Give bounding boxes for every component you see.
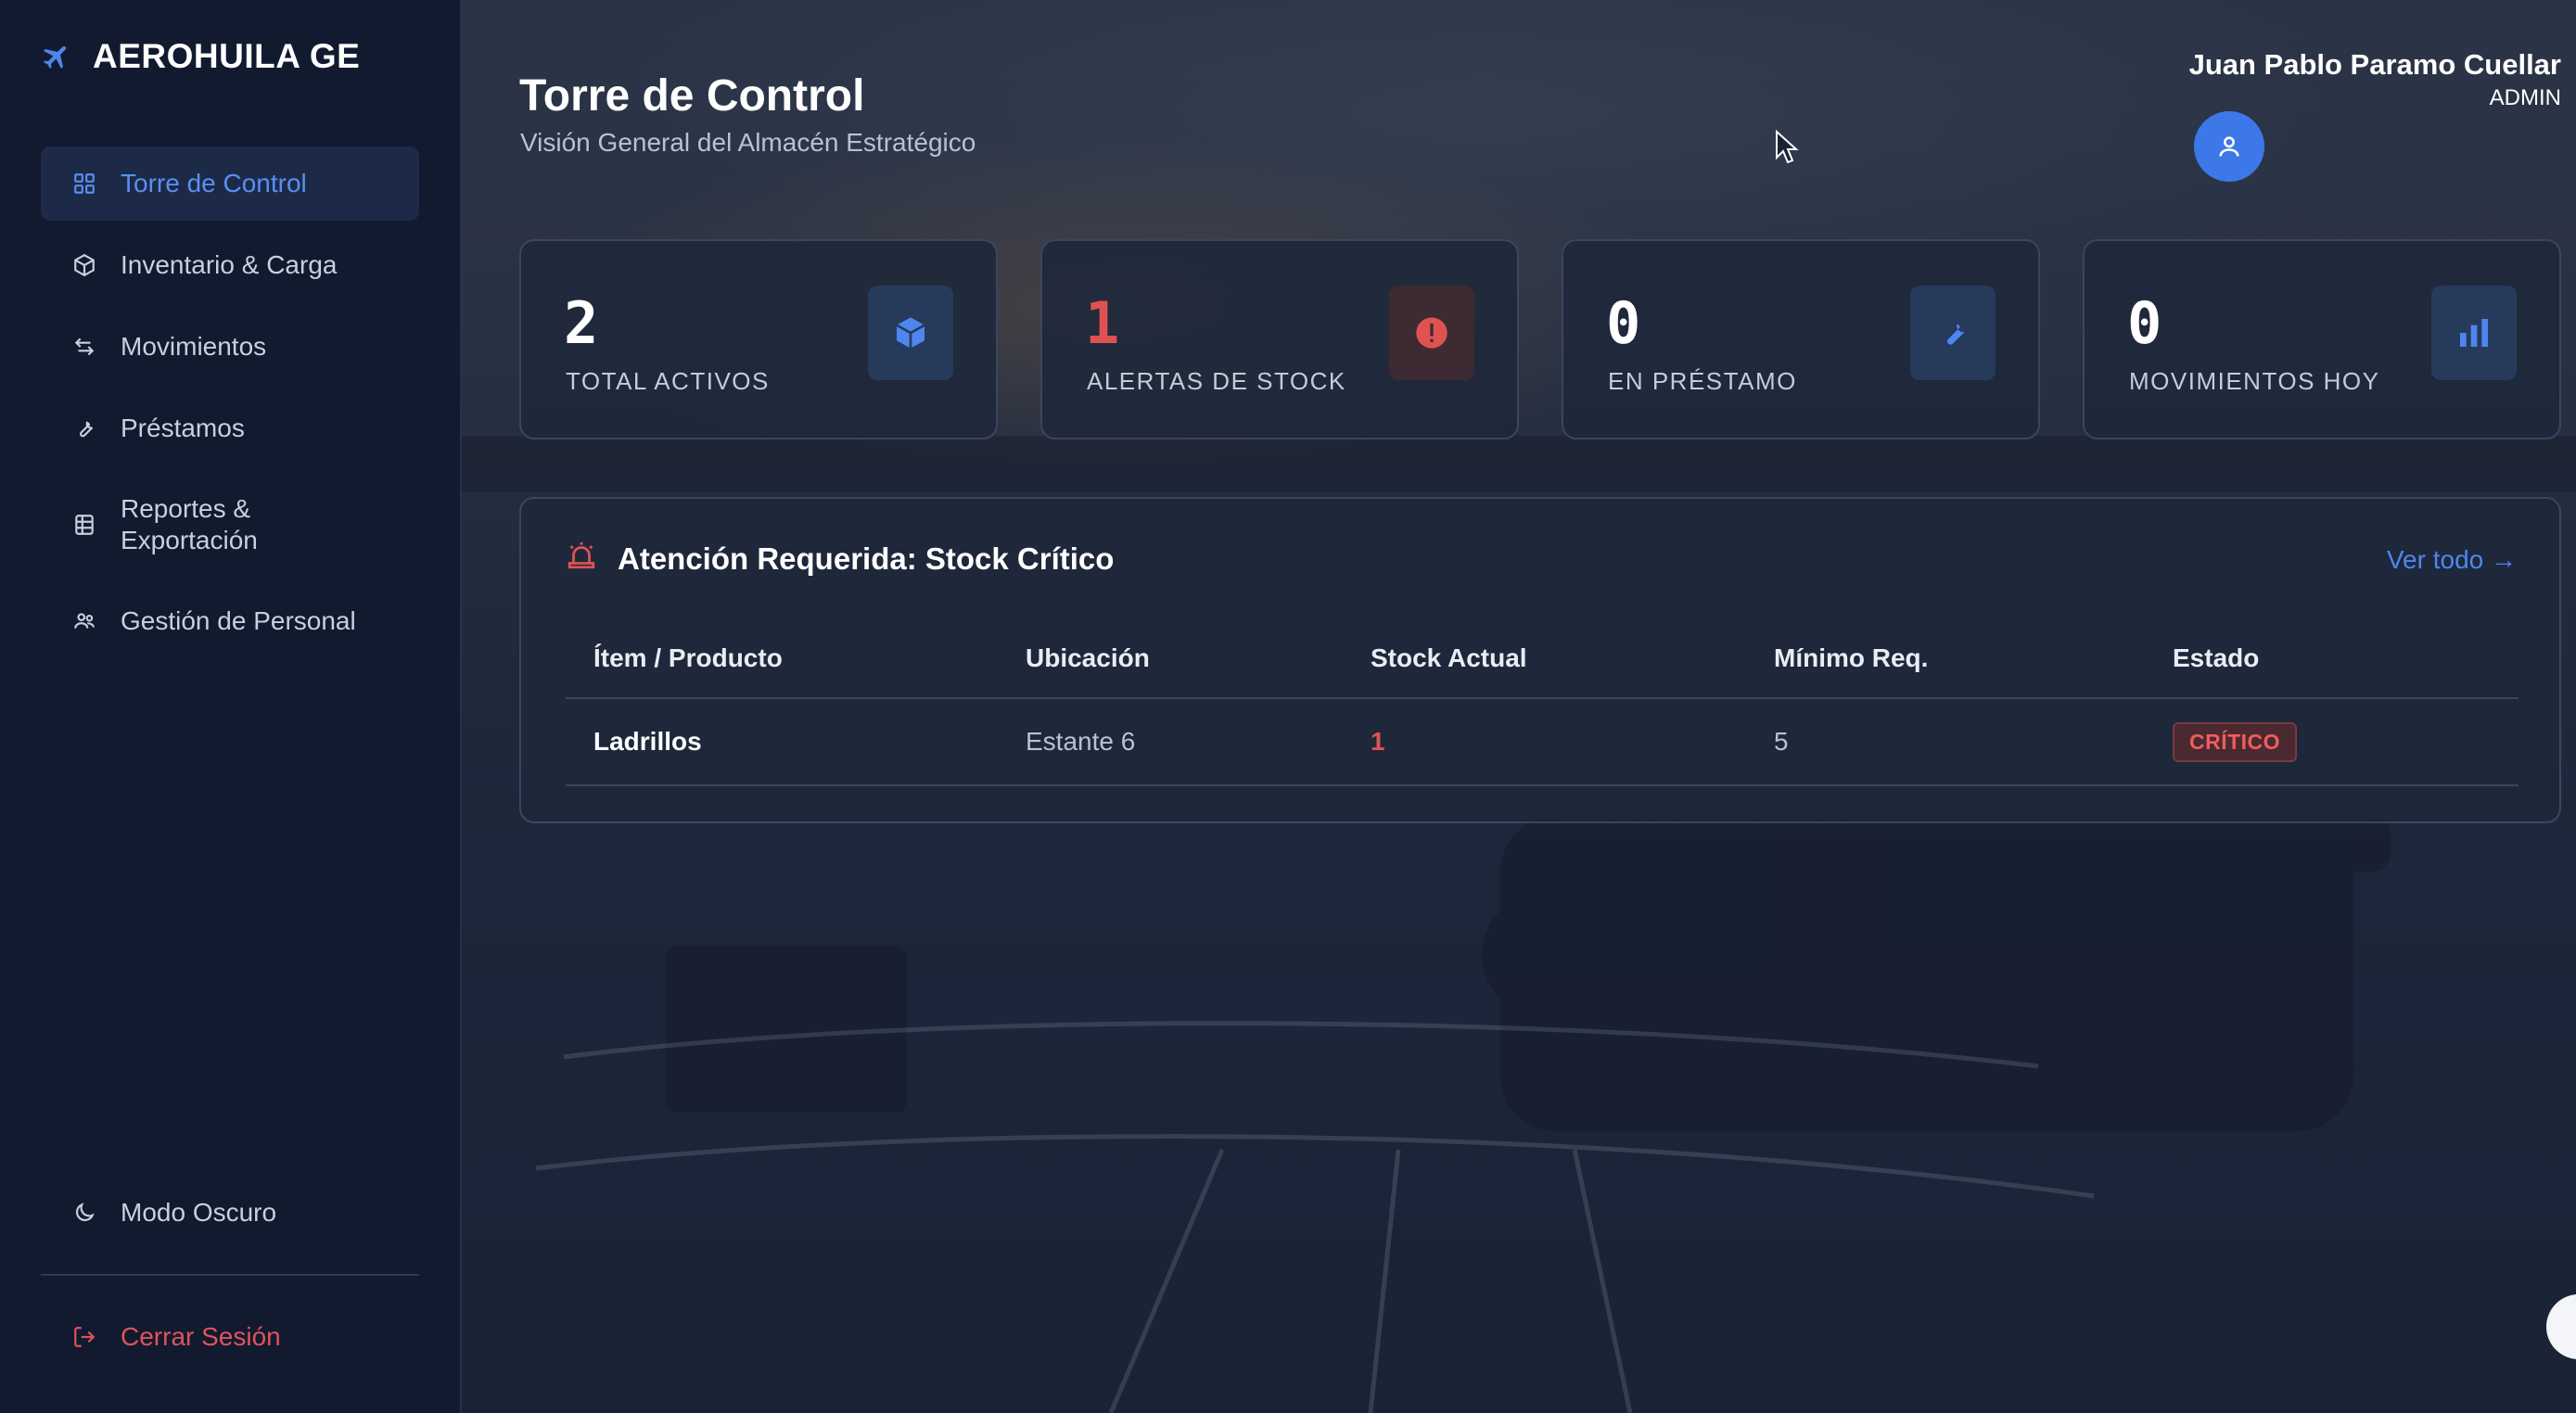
grid-icon xyxy=(74,173,95,194)
cell-minimum: 5 xyxy=(1774,727,1789,756)
column-header: Mínimo Req. xyxy=(1774,643,1929,672)
sidebar-item-torre-de-control[interactable]: Torre de Control xyxy=(41,146,419,221)
airplane-icon xyxy=(43,45,67,70)
mouse-cursor-icon xyxy=(1776,130,1799,164)
arrows-icon xyxy=(74,337,95,356)
critical-stock-table: Ítem / Producto Ubicación Stock Actual M… xyxy=(566,619,2519,786)
sidebar-item-label: Inventario & Carga xyxy=(121,250,338,279)
sidebar-item-prestamos[interactable]: Préstamos xyxy=(41,391,419,465)
app-root: AEROHUILA GE Torre de Control Inventario… xyxy=(0,0,2576,1413)
sidebar-item-reportes[interactable]: Reportes & Exportación xyxy=(41,473,419,577)
stat-label: EN PRÉSTAMO xyxy=(1608,367,1797,395)
stat-card-total-activos[interactable]: 2 TOTAL ACTIVOS xyxy=(519,239,998,439)
stat-value: 0 xyxy=(2127,289,2162,357)
sidebar-item-inventario[interactable]: Inventario & Carga xyxy=(41,228,419,302)
stat-card-alertas-stock[interactable]: 1 ALERTAS DE STOCK xyxy=(1040,239,1519,439)
user-role: ADMIN xyxy=(2489,85,2561,110)
spreadsheet-icon xyxy=(75,515,94,535)
box-icon xyxy=(896,317,925,349)
dark-mode-label: Modo Oscuro xyxy=(121,1198,277,1227)
stat-icon-wrap xyxy=(1910,286,1996,380)
avatar[interactable] xyxy=(2194,111,2264,182)
sidebar-item-label: Gestión de Personal xyxy=(121,606,356,635)
sidebar-nav: Torre de Control Inventario & Carga Movi… xyxy=(41,146,419,666)
stat-icon-wrap xyxy=(1389,286,1474,380)
sidebar-item-movimientos[interactable]: Movimientos xyxy=(41,310,419,384)
sidebar: AEROHUILA GE Torre de Control Inventario… xyxy=(0,0,462,1413)
stat-card-movimientos-hoy[interactable]: 0 MOVIMIENTOS HOY xyxy=(2083,239,2561,439)
sidebar-item-label: Movimientos xyxy=(121,332,267,361)
status-badge: CRÍTICO xyxy=(2173,721,2298,762)
bar-chart-icon xyxy=(2460,319,2488,347)
stat-icon-wrap xyxy=(2431,286,2517,380)
stat-card-en-prestamo[interactable]: 0 EN PRÉSTAMO xyxy=(1562,239,2040,439)
logout-label: Cerrar Sesión xyxy=(121,1322,281,1351)
logout-icon xyxy=(74,1327,96,1347)
panel-title: Atención Requerida: Stock Crítico xyxy=(618,541,1115,576)
cell-location: Estante 6 xyxy=(1026,727,1136,756)
page-title: Torre de Control xyxy=(519,71,865,121)
table-row[interactable]: Ladrillos Estante 6 1 5 CRÍTICO xyxy=(566,699,2519,786)
stat-value: 2 xyxy=(564,289,599,357)
sidebar-item-label: Reportes & Exportación xyxy=(121,494,258,554)
cell-item: Ladrillos xyxy=(593,727,702,756)
sidebar-item-label: Préstamos xyxy=(121,414,245,442)
user-icon xyxy=(2219,136,2239,157)
alert-circle-icon xyxy=(1416,317,1447,349)
cell-status: CRÍTICO xyxy=(2173,699,2298,784)
siren-icon xyxy=(567,541,595,569)
sidebar-bottom: Modo Oscuro Cerrar Sesión xyxy=(41,1176,419,1381)
sidebar-item-gestion-personal[interactable]: Gestión de Personal xyxy=(41,584,419,658)
brand-title: AEROHUILA GE xyxy=(93,37,361,75)
stat-label: TOTAL ACTIVOS xyxy=(566,367,770,395)
column-header: Stock Actual xyxy=(1371,643,1527,672)
stat-icon-wrap xyxy=(868,286,953,380)
sidebar-item-label: Torre de Control xyxy=(121,169,307,197)
moon-icon xyxy=(75,1203,95,1222)
box-icon xyxy=(74,253,95,277)
see-all-link[interactable]: Ver todo → xyxy=(2387,545,2517,575)
users-icon xyxy=(74,613,95,629)
wrench-icon xyxy=(1946,324,1965,345)
stat-label: ALERTAS DE STOCK xyxy=(1087,367,1346,395)
stat-value: 1 xyxy=(1085,289,1120,357)
critical-stock-panel: Atención Requerida: Stock Crítico Ver to… xyxy=(519,497,2561,823)
wrench-icon xyxy=(80,421,94,438)
logout-button[interactable]: Cerrar Sesión xyxy=(41,1300,419,1374)
column-header: Ítem / Producto xyxy=(593,643,783,672)
cell-stock: 1 xyxy=(1371,727,1385,756)
page-subtitle: Visión General del Almacén Estratégico xyxy=(520,128,976,157)
stat-value: 0 xyxy=(1606,289,1641,357)
column-header: Ubicación xyxy=(1026,643,1150,672)
column-header: Estado xyxy=(2173,643,2260,672)
stat-label: MOVIMIENTOS HOY xyxy=(2129,367,2380,395)
dark-mode-toggle[interactable]: Modo Oscuro xyxy=(41,1176,419,1250)
table-header: Ítem / Producto Ubicación Stock Actual M… xyxy=(566,619,2519,699)
user-name: Juan Pablo Paramo Cuellar xyxy=(2188,48,2561,81)
sidebar-divider xyxy=(41,1274,419,1276)
brand[interactable]: AEROHUILA GE xyxy=(41,33,360,80)
